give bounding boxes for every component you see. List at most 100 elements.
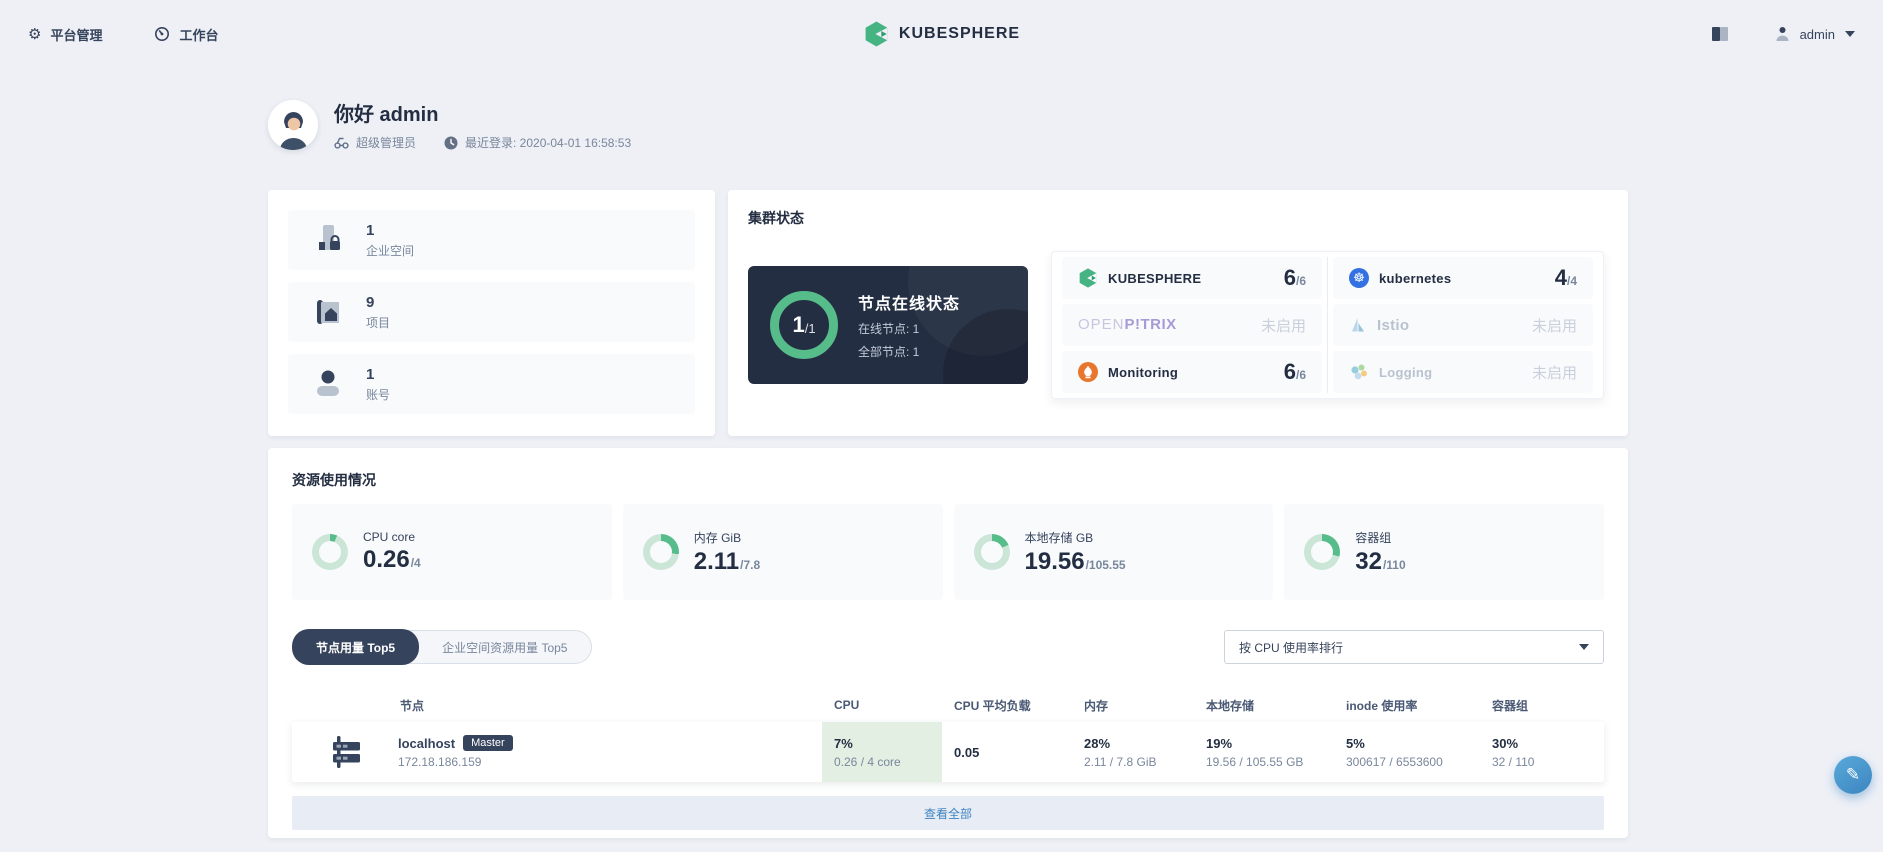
- stat-storage: 本地存储 GB 19.56/105.55: [953, 504, 1274, 600]
- component-logging-name: Logging: [1379, 364, 1433, 380]
- greeting-title: 你好 admin: [334, 104, 439, 126]
- monitoring-value: 6: [1283, 359, 1296, 384]
- tab-workspace-usage-top5[interactable]: 企业空间资源用量 Top5: [418, 630, 591, 664]
- pods-usage-detail: 32 / 110: [1492, 754, 1535, 769]
- cpu-stat-total: /4: [410, 556, 421, 570]
- cpu-usage-detail: 0.26 / 4 core: [834, 754, 901, 769]
- resource-usage-card: 资源使用情况 CPU core 0.26/4 内存 GiB 2.11/7.8 本…: [268, 448, 1628, 838]
- header-cpu: CPU: [834, 698, 860, 712]
- istio-sail-icon: [1349, 316, 1367, 334]
- component-logging[interactable]: Logging 未启用: [1333, 351, 1593, 393]
- master-badge: Master: [463, 735, 513, 751]
- inode-usage-detail: 300617 / 6553600: [1346, 754, 1443, 769]
- nodes-table: 节点 CPU CPU 平均负载 内存 本地存储 inode 使用率 容器组 lo…: [292, 690, 1604, 782]
- cluster-status-title: 集群状态: [748, 210, 804, 226]
- pods-stat-label: 容器组: [1355, 530, 1392, 545]
- node-online-panel[interactable]: 1 /1 节点在线状态 在线节点: 1 全部节点: 1: [748, 266, 1028, 384]
- openpitrix-wordmark-light: OPEN: [1078, 316, 1125, 333]
- pods-stat-total: /110: [1382, 557, 1406, 572]
- logging-icon: [1349, 362, 1369, 382]
- pods-usage-pct: 30%: [1492, 735, 1519, 751]
- storage-usage-detail: 19.56 / 105.55 GB: [1206, 754, 1304, 769]
- kubesphere-value: 6: [1283, 265, 1296, 290]
- account-count: 1: [366, 365, 375, 383]
- node-all-line: 全部节点: 1: [858, 345, 920, 359]
- chevron-down-icon: [1845, 31, 1855, 37]
- memory-usage-cell: 28% 2.11 / 7.8 GiB: [1072, 736, 1194, 769]
- pen-icon: ✎: [1845, 765, 1861, 785]
- clock-icon: [444, 136, 458, 150]
- inode-usage-pct: 5%: [1346, 735, 1365, 751]
- user-avatar-icon: [1775, 26, 1790, 42]
- storage-donut: [973, 534, 1010, 570]
- stat-cpu: CPU core 0.26/4: [292, 504, 612, 600]
- docs-book-icon[interactable]: [1711, 26, 1729, 42]
- avatar[interactable]: [268, 99, 318, 150]
- component-kubesphere[interactable]: KUBESPHERE 6/6: [1062, 257, 1322, 299]
- kubesphere-logo[interactable]: KUBESPHERE: [863, 21, 1020, 47]
- role-icon: [334, 137, 349, 149]
- stat-memory: 内存 GiB 2.11/7.8: [622, 504, 943, 600]
- pods-stat-value: 32: [1355, 547, 1382, 575]
- accounts-item[interactable]: 1 账号: [288, 354, 695, 414]
- cpu-load-cell: 0.05: [942, 745, 1072, 760]
- memory-stat-value: 2.11: [693, 547, 740, 575]
- component-kubernetes[interactable]: ☸ kubernetes 4/4: [1333, 257, 1593, 299]
- header-node: 节点: [400, 698, 425, 713]
- kubernetes-total: /4: [1566, 274, 1577, 288]
- workspace-count: 1: [366, 221, 375, 239]
- node-name[interactable]: localhost: [398, 736, 455, 751]
- node-total-count: /1: [804, 320, 816, 336]
- nav-workbench[interactable]: 工作台: [154, 25, 218, 44]
- project-icon: [308, 292, 348, 332]
- view-all-link[interactable]: 查看全部: [924, 805, 972, 822]
- component-kubesphere-name: KUBESPHERE: [1108, 270, 1202, 286]
- project-label: 项目: [366, 315, 391, 330]
- memory-stat-label: 内存 GiB: [693, 530, 742, 545]
- kubesphere-logo-icon: [863, 21, 889, 47]
- feedback-pen-button[interactable]: ✎: [1834, 756, 1872, 794]
- component-istio-name: Istio: [1377, 316, 1410, 334]
- node-ip: 172.18.186.159: [398, 755, 482, 769]
- greeting-section: 你好 admin 超级管理员 最近登录: 2020-04-01 16:58:53: [268, 98, 1628, 151]
- table-row-localhost[interactable]: localhost Master 172.18.186.159 7% 0.26 …: [292, 722, 1604, 782]
- projects-item[interactable]: 9 项目: [288, 282, 695, 342]
- workspaces-item[interactable]: 1 企业空间: [288, 210, 695, 270]
- component-openpitrix[interactable]: OPENP!TRIX 未启用: [1062, 304, 1322, 346]
- cpu-stat-value: 0.26: [363, 546, 410, 573]
- storage-stat-total: /105.55: [1085, 557, 1126, 572]
- header-storage: 本地存储: [1206, 698, 1255, 713]
- sort-by-cpu-dropdown[interactable]: 按 CPU 使用率排行: [1224, 630, 1604, 664]
- component-monitoring[interactable]: Monitoring 6/6: [1062, 351, 1322, 393]
- storage-usage-pct: 19%: [1206, 735, 1233, 751]
- cluster-status-card: 集群状态 1 /1 节点在线状态 在线节点: 1 全部节点: 1 KUBESPH…: [728, 190, 1628, 436]
- storage-stat-value: 19.56: [1024, 547, 1085, 575]
- last-login-label: 最近登录: 2020-04-01 16:58:53: [465, 136, 632, 150]
- workspace-label: 企业空间: [366, 243, 415, 258]
- openpitrix-status: 未启用: [1260, 317, 1306, 335]
- component-istio[interactable]: Istio 未启用: [1333, 304, 1593, 346]
- cpu-load-value: 0.05: [954, 744, 980, 760]
- node-donut: 1 /1: [770, 291, 838, 359]
- cpu-usage-pct: 7%: [834, 735, 853, 751]
- memory-usage-pct: 28%: [1084, 735, 1111, 751]
- view-all-bar[interactable]: 查看全部: [292, 796, 1604, 830]
- node-online-count: 1: [792, 312, 805, 337]
- memory-donut: [642, 534, 679, 570]
- sort-dropdown-value: 按 CPU 使用率排行: [1239, 640, 1344, 655]
- kubesphere-total: /6: [1295, 274, 1306, 288]
- user-menu[interactable]: admin: [1775, 26, 1855, 42]
- project-count: 9: [366, 293, 375, 311]
- node-panel-title: 节点在线状态: [858, 296, 961, 313]
- overview-card: 1 企业空间 9 项目 1 账号: [268, 190, 715, 436]
- top5-tab-group: 节点用量 Top5 企业空间资源用量 Top5: [292, 629, 593, 665]
- nav-platform-management[interactable]: ⚙ 平台管理: [28, 25, 102, 44]
- kubesphere-logo-text: KUBESPHERE: [898, 25, 1021, 42]
- dropdown-caret-icon: [1579, 644, 1589, 650]
- pods-donut: [1304, 534, 1341, 570]
- tab-node-usage-top5[interactable]: 节点用量 Top5: [292, 629, 420, 665]
- gear-icon: ⚙: [28, 25, 42, 43]
- kubesphere-component-icon: [1078, 268, 1098, 288]
- workspace-icon: [308, 220, 348, 260]
- kubernetes-icon: ☸: [1349, 268, 1369, 288]
